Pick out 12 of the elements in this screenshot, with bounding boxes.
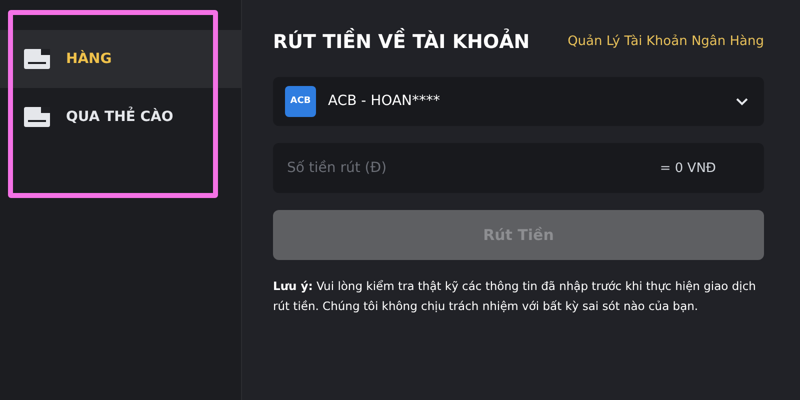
sidebar-item[interactable]: QUA THẺ CÀO (0, 88, 241, 146)
conversion-text: = 0 VNĐ (660, 160, 716, 178)
card-icon (24, 107, 50, 127)
note-text: Lưu ý: Vui lòng kiểm tra thật kỹ các thông tin đã nhập trước khi thực hiện giao dịch rút tiền. Chúng tôi không chịu trách nhiệm với bất kỳ sai sót nào của bạn. (273, 278, 757, 315)
bank-select-value: ACB - HOAN**** (328, 92, 442, 111)
card-icon (24, 49, 50, 69)
bank-logo: ACB (285, 86, 316, 117)
bank-account-link[interactable]: Quản Lý Tài Khoản Ngân Hàng (568, 32, 764, 52)
sidebar-item[interactable]: HÀNG (0, 30, 241, 88)
chevron-down-icon (736, 98, 748, 106)
bank-select[interactable]: ACB ACB - HOAN**** (273, 77, 764, 126)
page-title: RÚT TIỀN VỀ TÀI KHOẢN (273, 28, 530, 56)
